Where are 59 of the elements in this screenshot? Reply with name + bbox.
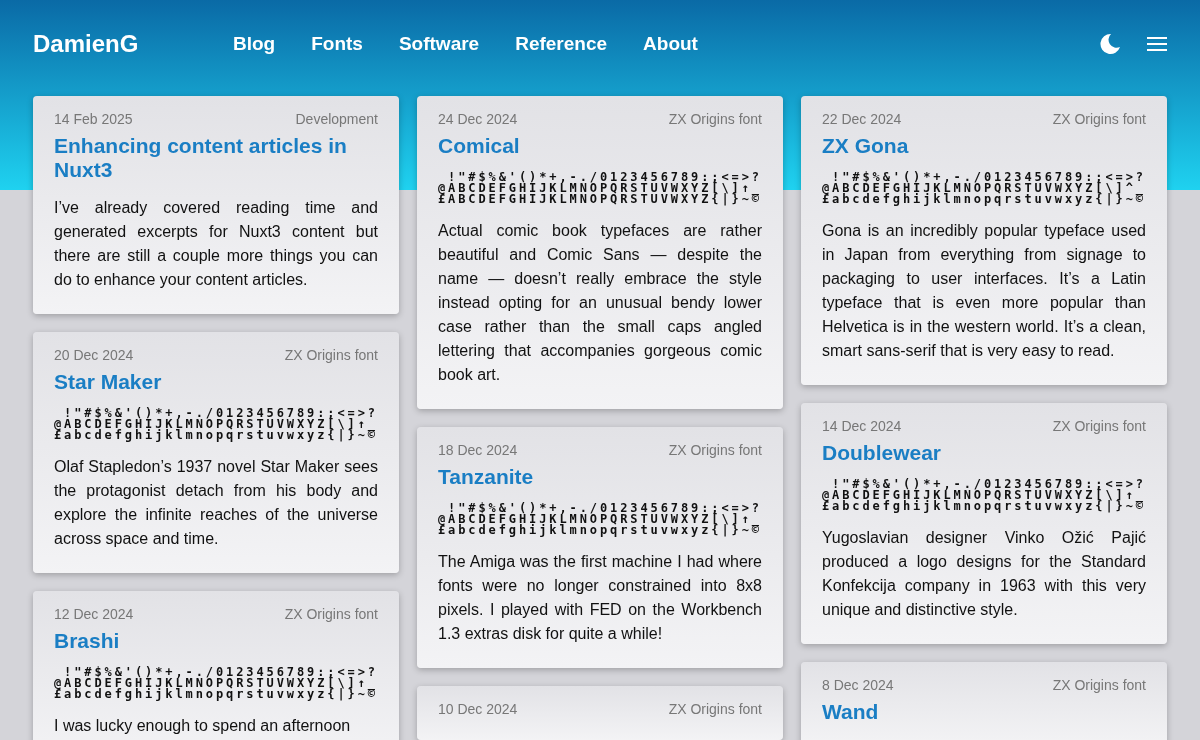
post-summary: I was lucky enough to spend an afternoon [54, 716, 352, 736]
post-date: 10 Dec 2024 [438, 700, 518, 718]
post-title[interactable]: Comical [438, 134, 762, 158]
nav-link[interactable]: About [643, 33, 698, 55]
font-specimen: !"#$%&'()*+,-./0123456789:;<=>? [64, 667, 378, 678]
post-category[interactable]: ZX Origins font [1052, 676, 1146, 694]
post-category[interactable]: ZX Origins font [284, 605, 378, 623]
nav-link[interactable]: Software [398, 33, 480, 55]
post-summary: Olaf Stapledon’s 1937 novel Star Maker sees the protagonist detach from his body and explore the infinite reaches of the universe across space and time. [54, 457, 378, 549]
post-category[interactable]: ZX Origins font [284, 346, 378, 364]
post-summary: Gona is an incredibly popular typeface used in Japan from everything from signage to packaging to user interfaces. It’s a Latin typeface that is even more popular than Helvetica is in the western world. It’s a clean, smart sans-serif that is very easy to read. [822, 221, 1146, 361]
post-summary: Yugoslavian designer Vinko Ožić Pajić produced a logo designs for the Standard Konfekcija company in 1963 with this very unique and distinctive style. [822, 528, 1146, 620]
post-summary: The Amiga was the first machine I had where fonts were no longer constrained into 8x8 pixels. I played with FED on the Workbench 1.3 extras disk for quite a while! [438, 552, 762, 644]
post-date: 12 Dec 2024 [54, 605, 134, 623]
nav-link[interactable]: Reference [515, 33, 608, 55]
site-logo[interactable]: DamienG [33, 30, 233, 58]
post-summary: I’ve already covered reading time and generated excerpts for Nuxt3 content but there are still a couple more things you can do to enhance your content articles. [54, 198, 378, 290]
post-category[interactable]: ZX Origins font [668, 441, 762, 459]
font-specimen: £abcdefghijklmnopqrstuvwxyz{|}~© [54, 689, 378, 700]
font-specimen: !"#$%&'()*+,-./0123456789:;<=>? [832, 479, 1146, 490]
font-specimen: !"#$%&'()*+,-./0123456789:;<=>? [832, 172, 1146, 183]
font-specimen: @ABCDEFGHIJKLMNOPQRSTUVWXYZ[\]↑_ [54, 678, 378, 689]
font-specimen: !"#$%&'()*+,-./0123456789:;<=>? [448, 503, 762, 514]
font-specimen: £abcdefghijklmnopqrstuvwxyz{|}~© [822, 501, 1146, 512]
post-category[interactable]: ZX Origins font [668, 700, 762, 718]
post-date: 8 Dec 2024 [822, 676, 894, 694]
font-specimen: !"#$%&'()*+,-./0123456789:;<=>? [64, 408, 378, 419]
font-specimen: @ABCDEFGHIJKLMNOPQRSTUVWXYZ[\]↑_ [54, 419, 378, 430]
font-specimen: £abcdefghijklmnopqrstuvwxyz{|}~© [822, 194, 1146, 205]
font-specimen: @ABCDEFGHIJKLMNOPQRSTUVWXYZ[\]↑_ [438, 514, 762, 525]
post-category[interactable]: ZX Origins font [1052, 110, 1146, 128]
post-category[interactable]: Development [295, 110, 378, 128]
post-date: 20 Dec 2024 [54, 346, 134, 364]
post-date: 18 Dec 2024 [438, 441, 518, 459]
font-specimen: £abcdefghijklmnopqrstuvwxyz{|}~© [54, 430, 378, 441]
post-date: 24 Dec 2024 [438, 110, 518, 128]
font-specimen: @ABCDEFGHIJKLMNOPQRSTUVWXYZ[\]↑_ [438, 183, 762, 194]
post-title[interactable]: ZX Gona [822, 134, 1146, 158]
font-specimen: @ABCDEFGHIJKLMNOPQRSTUVWXYZ[\]↑_ [822, 490, 1146, 501]
post-title[interactable]: Wand [822, 700, 1146, 724]
post-title[interactable]: Doublewear [822, 441, 1146, 465]
post-title[interactable]: Enhancing content articles in Nuxt3 [54, 134, 378, 182]
nav-link[interactable]: Blog [233, 33, 276, 55]
post-title[interactable]: Star Maker [54, 370, 378, 394]
post-date: 22 Dec 2024 [822, 110, 902, 128]
post-title[interactable]: Brashi [54, 629, 378, 653]
font-specimen: £abcdefghijklmnopqrstuvwxyz{|}~© [438, 525, 762, 536]
nav-link[interactable]: Fonts [311, 33, 363, 55]
font-specimen: £ABCDEFGHIJKLMNOPQRSTUVWXYZ{|}~© [438, 194, 762, 205]
post-category[interactable]: ZX Origins font [1052, 417, 1146, 435]
post-summary: Actual comic book typefaces are rather beautiful and Comic Sans — despite the name — doesn’t really embrace the style instead opting for an unusual bendy lower case rather than the small caps angled lettering that accompanies gorgeous comic book art. [438, 221, 762, 385]
post-date: 14 Dec 2024 [822, 417, 902, 435]
moon-icon[interactable] [1099, 33, 1121, 55]
menu-icon[interactable] [1147, 36, 1167, 52]
font-specimen: @ABCDEFGHIJKLMNOPQRSTUVWXYZ[\]^_ [822, 183, 1146, 194]
post-date: 14 Feb 2025 [54, 110, 133, 128]
font-specimen: !"#$%&'()*+,-./0123456789:;<=>? [448, 172, 762, 183]
post-title[interactable]: Tanzanite [438, 465, 762, 489]
post-category[interactable]: ZX Origins font [668, 110, 762, 128]
